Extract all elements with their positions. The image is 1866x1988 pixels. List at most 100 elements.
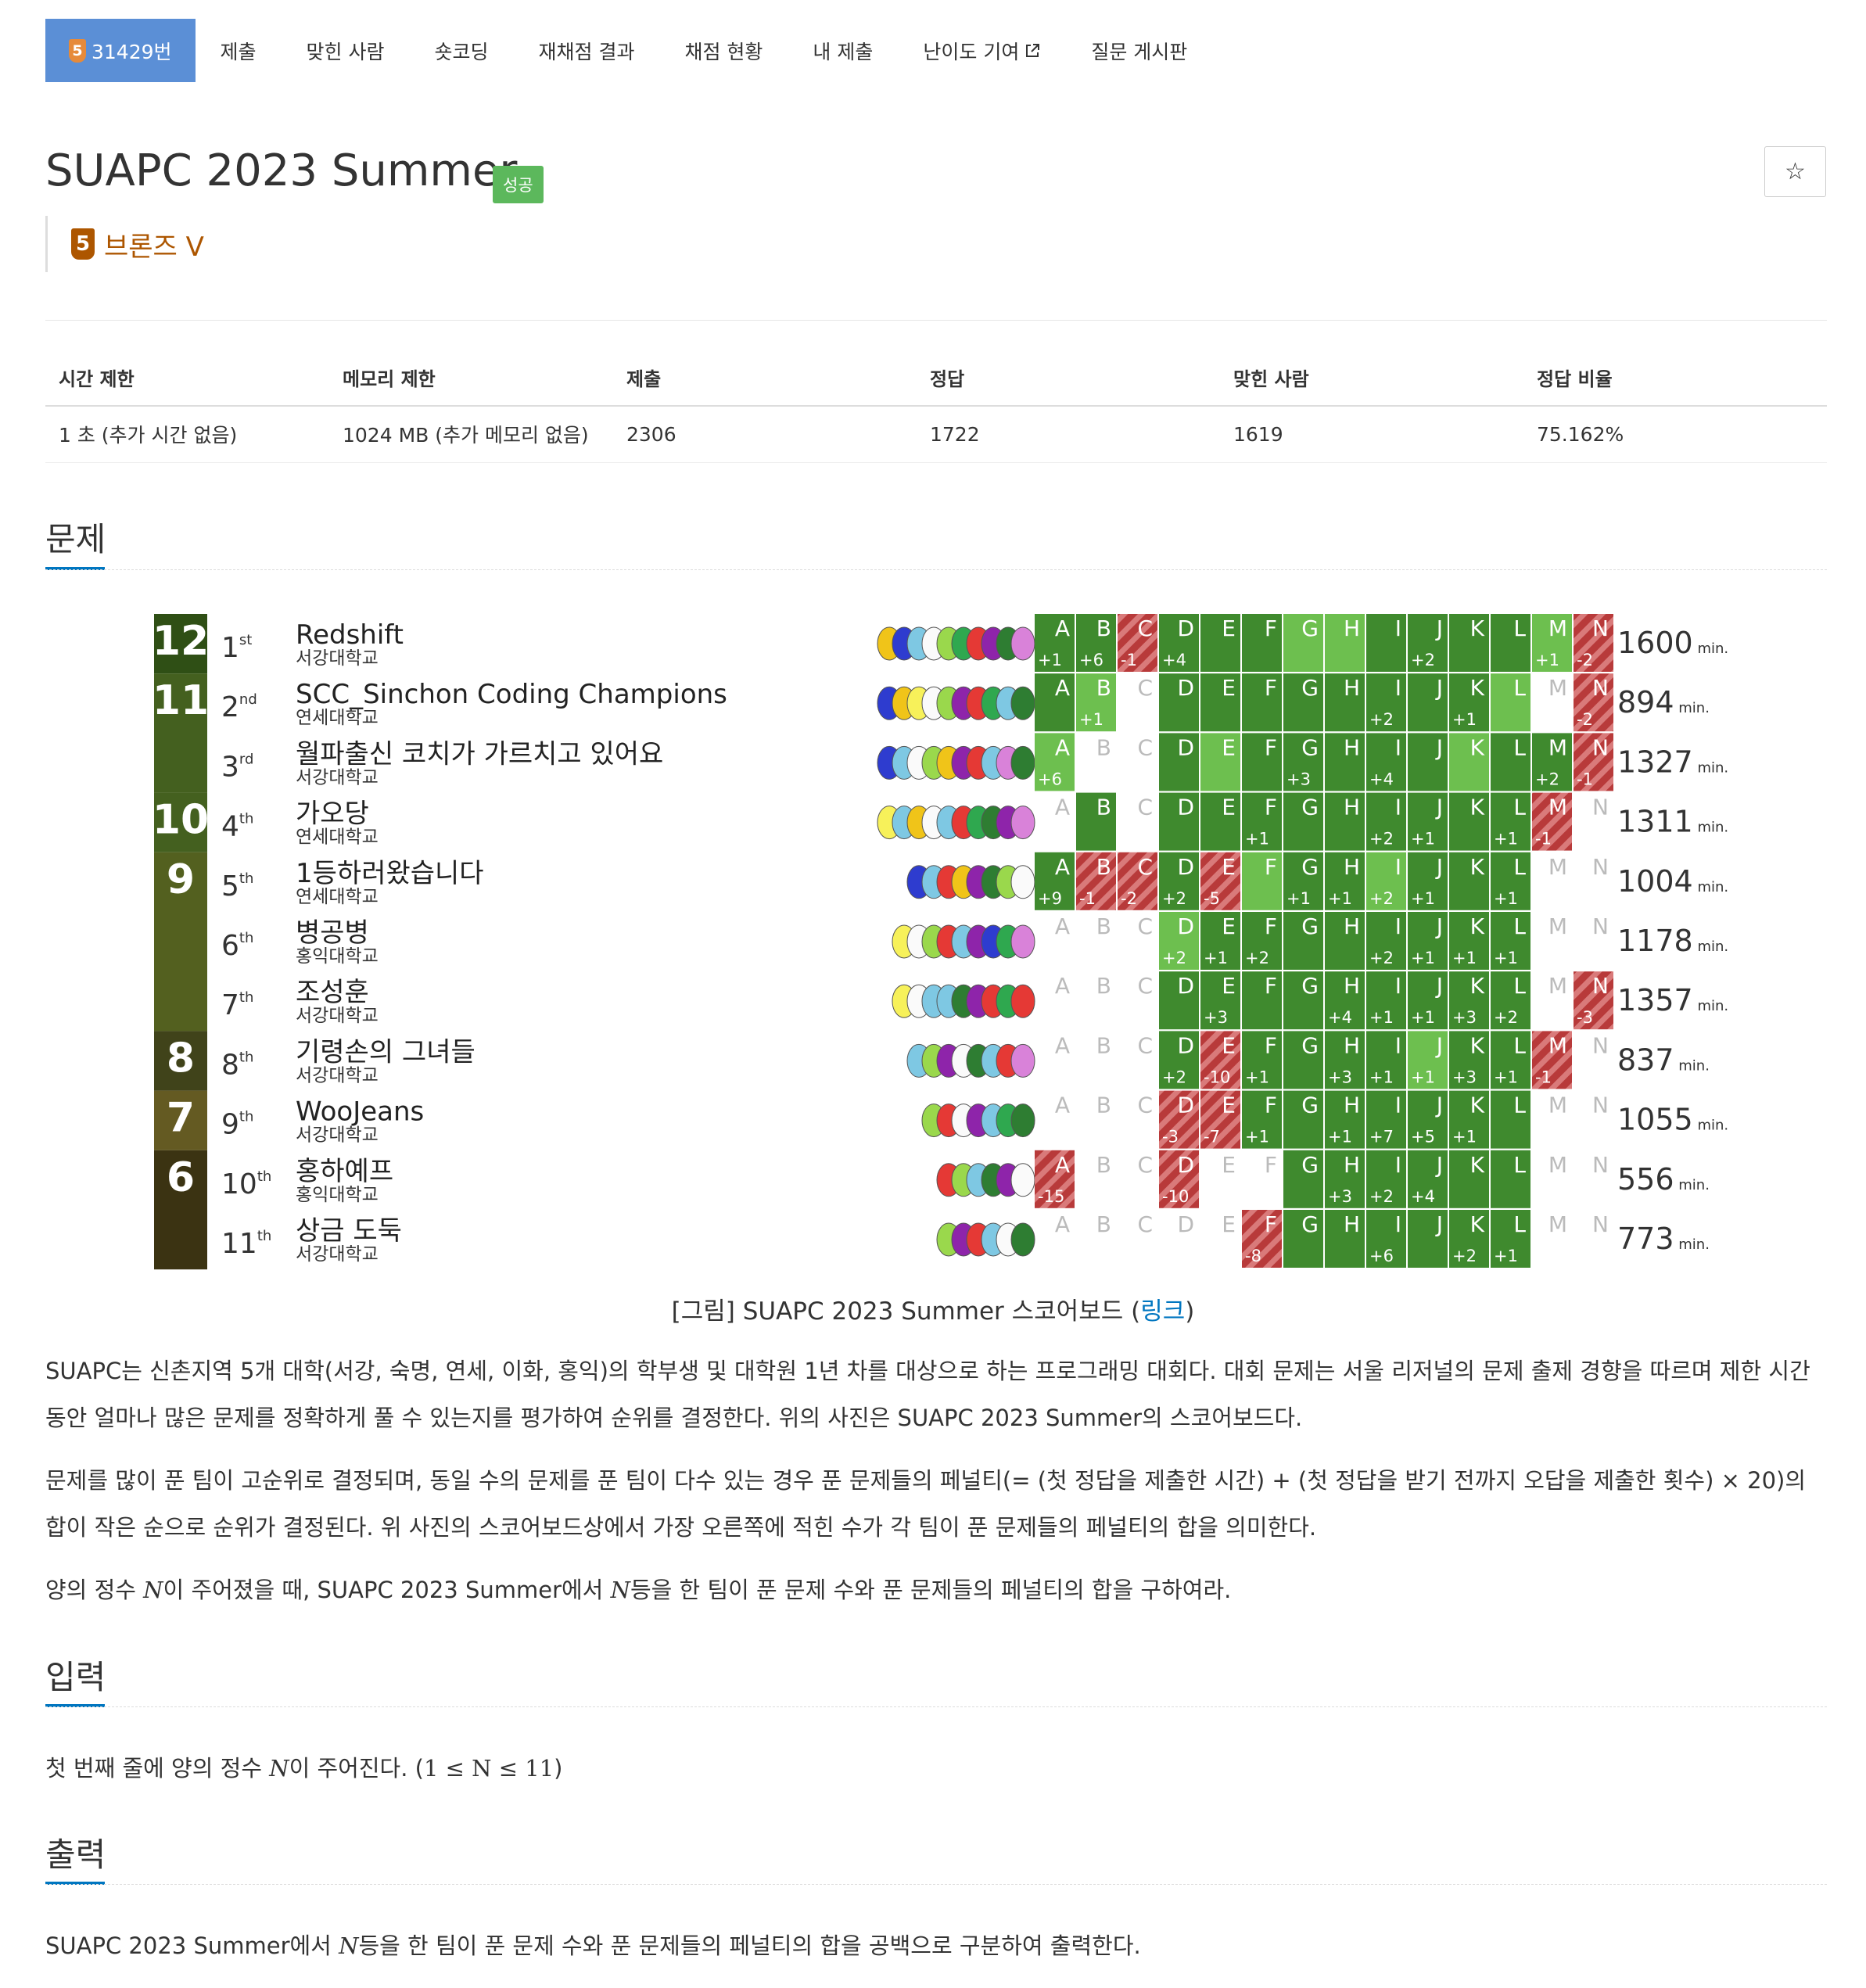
problem-letter: D [1177,1152,1194,1178]
balloon-icon [1010,1103,1035,1138]
balloon-icon [1010,1163,1035,1197]
problem-letter: G [1301,1032,1319,1058]
attempt-count: +1 [1494,1068,1518,1086]
math-constraint: 1 ≤ N ≤ 11 [423,1755,554,1782]
problem-letter: I [1395,1032,1401,1058]
problem-letter: J [1435,795,1443,820]
problem-letter: B [1096,1032,1111,1058]
section-title-input: 입력 [45,1658,106,1696]
problem-letter: F [1265,913,1277,939]
caption-text: [그림] SUAPC 2023 Summer 스코어보드 ( [671,1297,1141,1326]
problem-letter: C [1137,1032,1153,1058]
problem-letter: E [1222,1211,1236,1237]
scoreboard-link[interactable]: 링크 [1140,1297,1185,1326]
problem-letter: B [1096,675,1111,701]
problem-letter: B [1096,1152,1111,1178]
problem-letter: I [1395,1211,1401,1237]
balloon-icon [1010,686,1035,720]
problem-letter: D [1177,973,1194,999]
team-school: 홍익대학교 [296,946,379,967]
attempt-count: +2 [1162,949,1186,967]
problem-letter: N [1592,1093,1609,1118]
problem-letter: H [1344,615,1360,641]
problem-description-p1: SUAPC는 신촌지역 5개 대학(서강, 숙명, 연세, 이화, 홍익)의 학… [45,1358,1810,1431]
problem-letter: D [1177,854,1194,880]
team-school: 연세대학교 [296,827,379,848]
problem-letter: C [1137,854,1153,880]
problem-letter: N [1592,615,1609,641]
attempt-count: +1 [1286,889,1311,908]
problem-letter: B [1096,734,1111,760]
problem-letter: K [1470,1093,1485,1118]
problem-letter: J [1435,1093,1443,1118]
attempt-count: +1 [1245,1128,1269,1147]
attempt-count: +2 [1369,830,1394,849]
problem-letter: J [1435,615,1443,641]
attempt-count: +3 [1452,1008,1477,1027]
problem-letter: G [1301,1152,1319,1178]
attempt-count: +5 [1411,1128,1435,1147]
problem-letter: M [1548,1211,1567,1237]
attempt-count: +2 [1369,710,1394,729]
problem-letter: L [1513,973,1526,999]
attempt-count: +7 [1369,1128,1394,1147]
input-description: 첫 번째 줄에 양의 정수 N이 주어진다. (1 ≤ N ≤ 11) [45,1745,1827,1792]
problem-letter: G [1301,734,1319,760]
attempt-count: +1 [1411,889,1435,908]
attempt-count: +2 [1494,1008,1518,1027]
attempt-count: +3 [1328,1187,1352,1206]
problem-letter: H [1344,1093,1360,1118]
problem-letter: F [1265,1093,1277,1118]
attempt-count: +9 [1038,889,1062,908]
problem-letter: J [1435,734,1443,760]
team-penalty: 1327 min. [1617,745,1728,779]
p3-text-b: 이 주어졌을 때, SUAPC 2023 Summer에서 [163,1577,611,1603]
problem-letter: J [1435,1032,1443,1058]
attempt-count: -10 [1162,1187,1189,1206]
problem-letter: A [1055,615,1070,641]
team-penalty: 1178 min. [1617,924,1728,958]
output-text-b: 등을 한 팀이 푼 문제 수와 푼 문제들의 페널티의 합을 공백으로 구분하여… [358,1932,1141,1959]
problem-letter: B [1096,1211,1111,1237]
problem-letter: D [1177,675,1194,701]
problem-letter: J [1435,854,1443,880]
figure-caption: [그림] SUAPC 2023 Summer 스코어보드 (링크) [0,1291,1866,1326]
team-penalty: 1055 min. [1617,1103,1728,1137]
problem-letter: A [1055,854,1070,880]
problem-letter: A [1055,795,1070,820]
problem-letter: F [1265,734,1277,760]
divider [45,1884,1827,1885]
problem-letter: K [1470,1211,1485,1237]
problem-letter: N [1592,1152,1609,1178]
problem-letter: A [1055,1152,1070,1178]
team-school: 홍익대학교 [296,1185,379,1205]
problem-letter: I [1395,854,1401,880]
problem-letter: C [1137,675,1153,701]
problem-letter: B [1096,913,1111,939]
problem-letter: K [1470,795,1485,820]
solve-count-label: 7 [167,1095,195,1142]
problem-letter: K [1470,1152,1485,1178]
team-school: 서강대학교 [296,648,379,669]
p3-text-a: 양의 정수 [45,1577,144,1603]
problem-letter: C [1137,973,1153,999]
attempt-count: -2 [1577,651,1593,669]
problem-letter: N [1592,973,1609,999]
attempt-count: +1 [1452,710,1477,729]
team-name: 기령손의 그녀들 [296,1036,475,1068]
problem-letter: E [1222,615,1236,641]
problem-letter: E [1222,913,1236,939]
attempt-count: -5 [1204,889,1220,908]
problem-letter: F [1265,854,1277,880]
attempt-count: +1 [1328,1128,1352,1147]
attempt-count: -2 [1577,710,1593,729]
attempt-count: +2 [1369,949,1394,967]
problem-letter: B [1096,1093,1111,1118]
team-name: 홍하예프 [296,1156,393,1187]
problem-letter: K [1470,854,1485,880]
scoreboard-image: 12111098761st Redshift서강대학교A+1B+6C-1D+4E F… [153,614,1728,1270]
problem-letter: C [1137,734,1153,760]
problem-letter: K [1470,734,1485,760]
problem-letter: A [1055,1093,1070,1118]
problem-letter: K [1470,1032,1485,1058]
